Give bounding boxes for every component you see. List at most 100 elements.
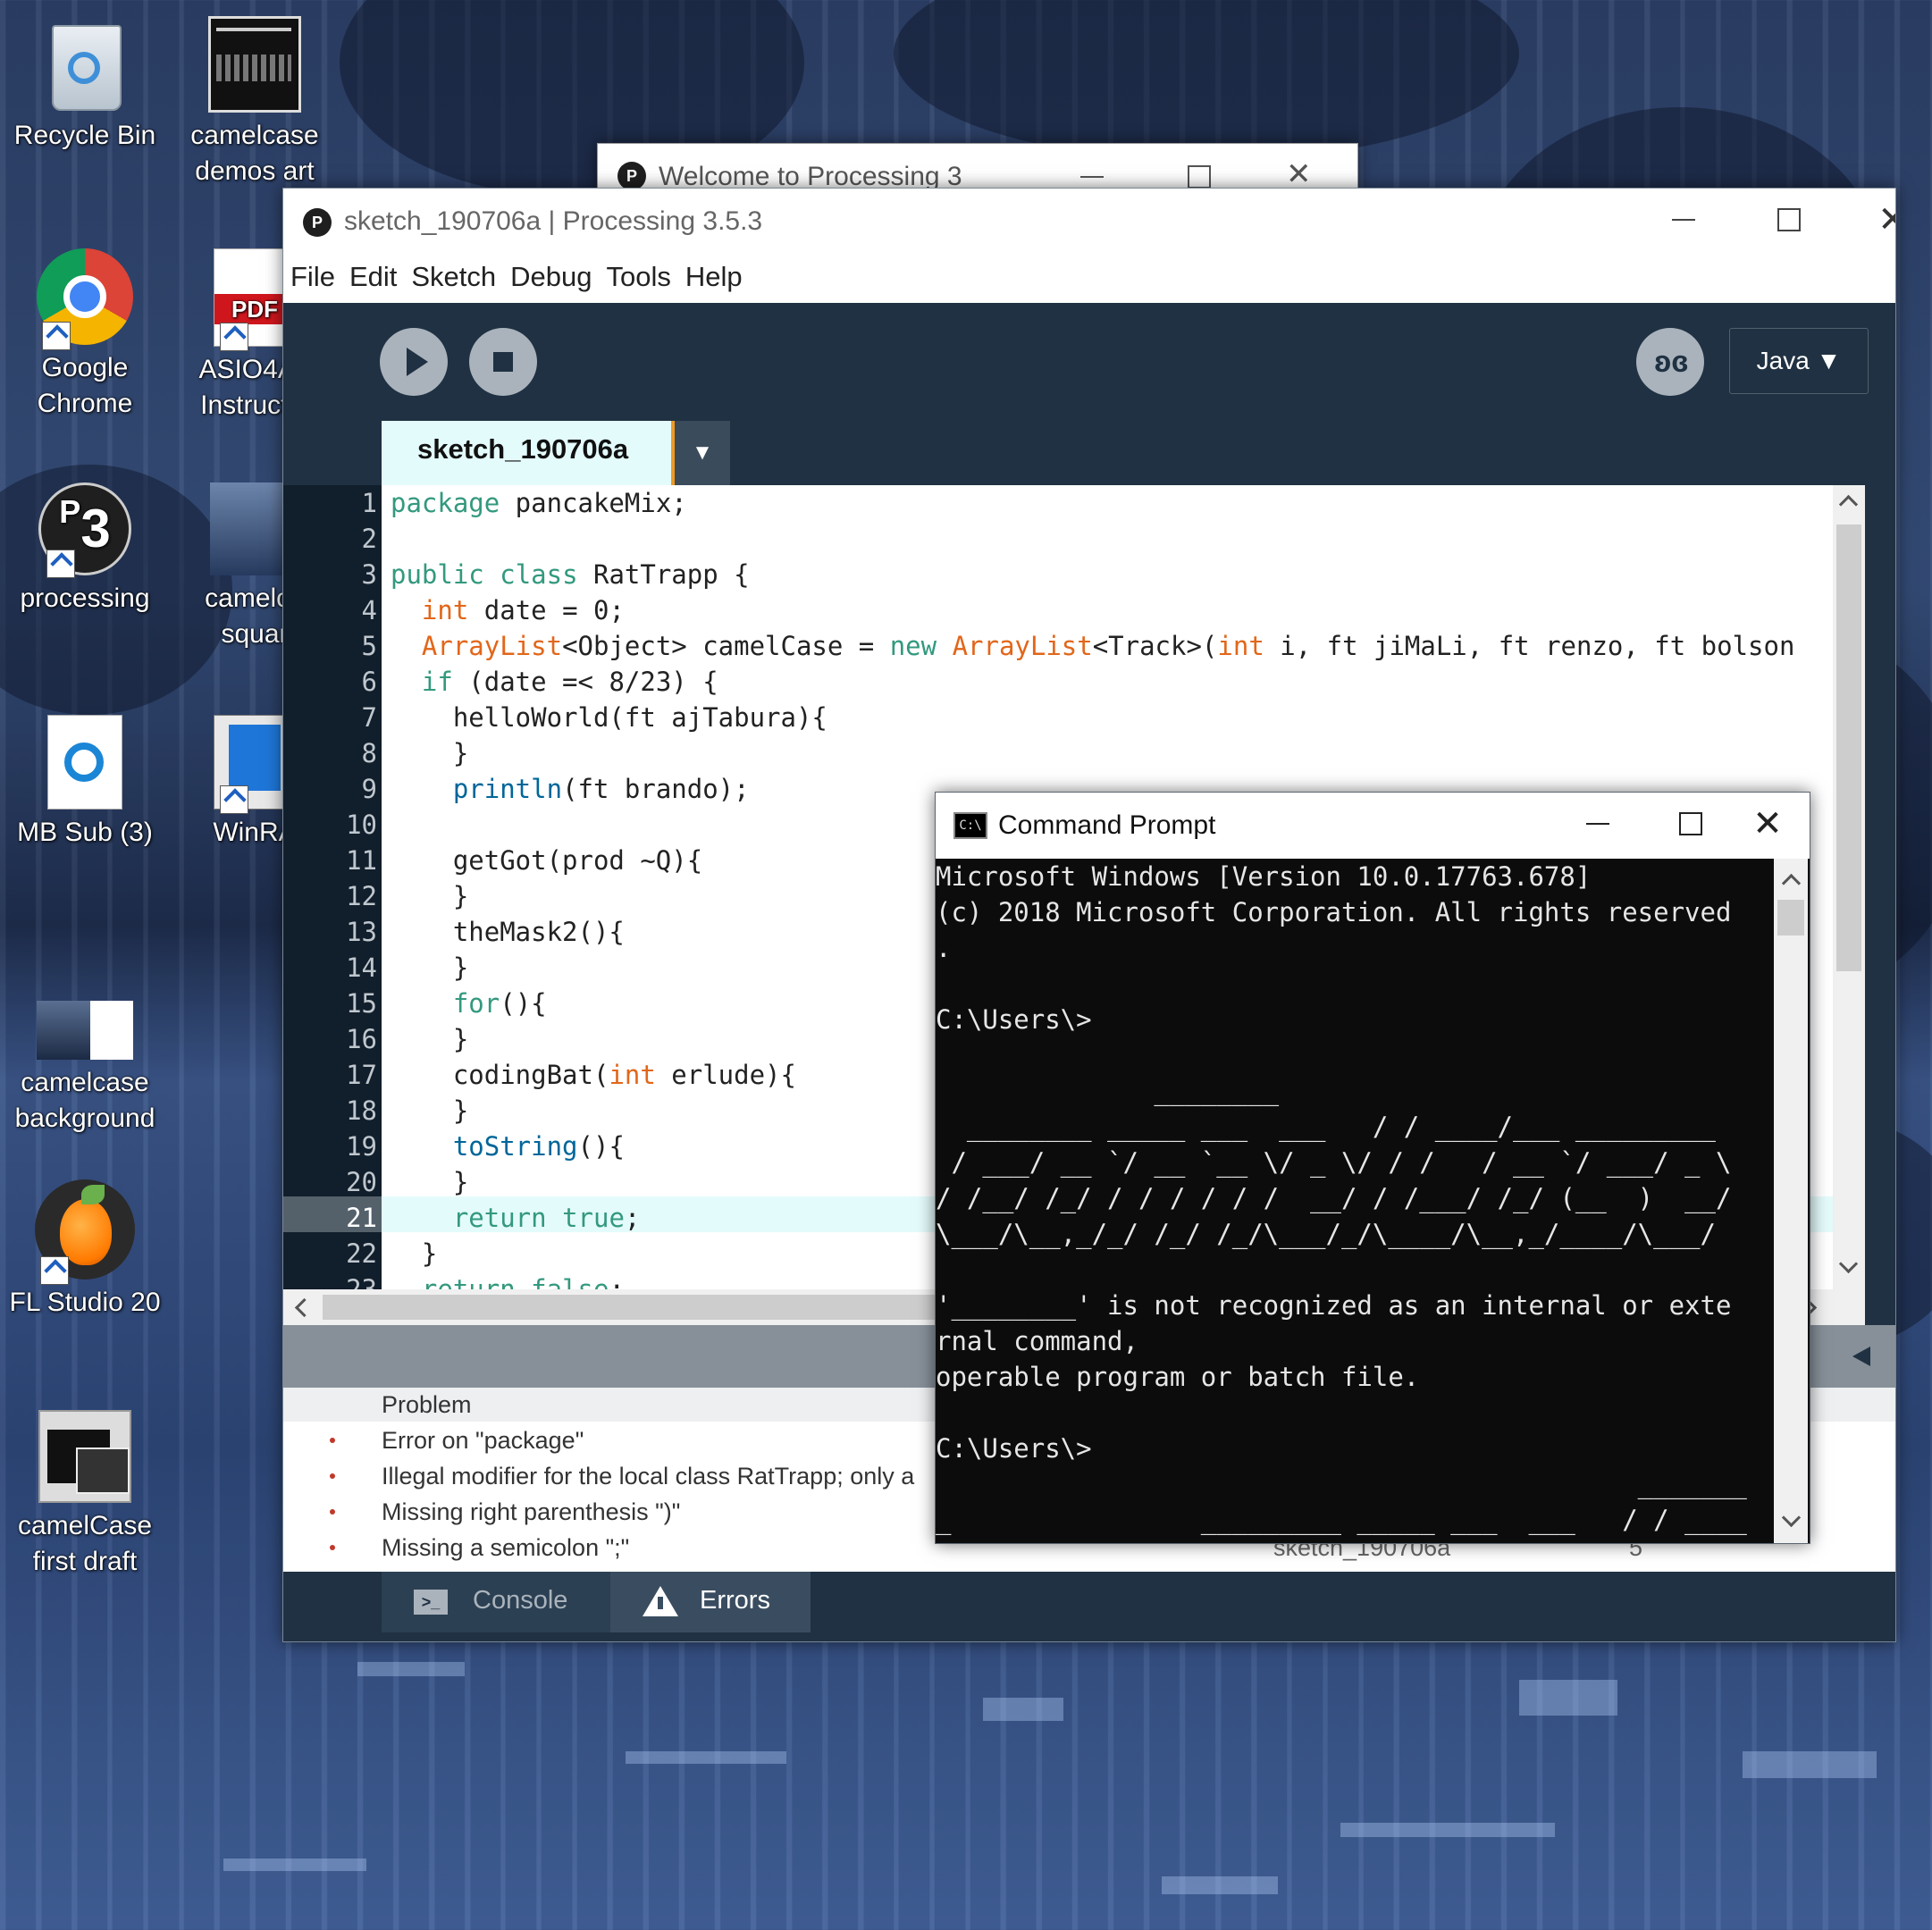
scroll-down-icon[interactable] bbox=[1838, 1254, 1859, 1274]
console-tab[interactable]: >_ Console bbox=[382, 1572, 610, 1632]
cmd-icon: C:\ bbox=[953, 812, 987, 839]
desktop-icon-processing[interactable]: P3 processing bbox=[0, 482, 170, 617]
minimize-button[interactable] bbox=[1634, 189, 1733, 251]
command-prompt-window[interactable]: C:\ Command Prompt ✕ Microsoft Windows [… bbox=[935, 792, 1810, 1544]
error-bullet-icon bbox=[330, 1473, 335, 1479]
scroll-up-icon[interactable] bbox=[1781, 873, 1802, 894]
close-icon: ✕ bbox=[1877, 199, 1895, 240]
desktop-icon-recycle-bin[interactable]: Recycle Bin bbox=[0, 16, 170, 154]
code-line[interactable]: 1 package pancakeMix; bbox=[283, 485, 1865, 521]
console-line: '________' is not recognized as an inter… bbox=[936, 1290, 1732, 1321]
console-line: ________ _____ ___ ___ / / ____/___ ____… bbox=[936, 1112, 1716, 1142]
menu-sketch[interactable]: Sketch bbox=[411, 261, 496, 293]
tab-menu-button[interactable]: ▼ bbox=[675, 421, 730, 485]
code-text: for(){ bbox=[452, 988, 547, 1019]
shortcut-arrow-icon bbox=[46, 550, 75, 578]
close-button[interactable]: ✕ bbox=[1718, 793, 1810, 855]
menu-tools[interactable]: Tools bbox=[607, 261, 671, 293]
scroll-left-icon[interactable] bbox=[294, 1297, 315, 1318]
desktop-icon-fl-studio[interactable]: FL Studio 20 bbox=[0, 1179, 170, 1321]
desktop-icon-camelcase-demos-art[interactable]: camelcase demos art bbox=[170, 16, 340, 189]
code-text: } bbox=[391, 952, 469, 983]
console-line: \___/\__,_/_/ /_/ /_/\___/_/\____/\__,_/… bbox=[936, 1219, 1716, 1249]
code-text: } bbox=[391, 738, 469, 768]
console-line: / ___/ __ `/ __ `__ \/ _ \/ / / / __ `/ … bbox=[936, 1147, 1732, 1178]
window-title: sketch_190706a | Processing 3.5.3 bbox=[344, 206, 763, 236]
shortcut-arrow-icon bbox=[220, 785, 248, 814]
desktop-icon-camelcase-background[interactable]: camelcase background bbox=[0, 983, 170, 1137]
mode-selector[interactable]: Java ▼ bbox=[1729, 328, 1869, 394]
code-text: } bbox=[391, 881, 469, 911]
errors-tab[interactable]: Errors bbox=[610, 1572, 811, 1632]
menu-help[interactable]: Help bbox=[685, 261, 743, 293]
error-bullet-icon bbox=[330, 1438, 335, 1443]
console-line: Microsoft Windows [Version 10.0.17763.67… bbox=[936, 861, 1592, 892]
console-line: C:\Users\> bbox=[936, 1004, 1092, 1035]
console-line: _______ bbox=[936, 1469, 1747, 1499]
minimize-button[interactable] bbox=[1549, 793, 1647, 855]
code-line[interactable]: 4 int date = 0; bbox=[283, 592, 1865, 628]
maximize-icon bbox=[1777, 208, 1801, 231]
line-number: 11 bbox=[346, 845, 377, 876]
vertical-scrollbar[interactable] bbox=[1774, 859, 1808, 1543]
desktop-icon-mb-sub[interactable]: MB Sub (3) bbox=[0, 715, 170, 851]
scroll-down-icon[interactable] bbox=[1781, 1507, 1802, 1528]
tab-sketch[interactable]: sketch_190706a bbox=[382, 421, 675, 485]
icon-label: camelcase bbox=[190, 121, 319, 150]
code-line[interactable]: 6 if (date =< 8/23) { bbox=[283, 664, 1865, 700]
vertical-scrollbar[interactable] bbox=[1833, 485, 1865, 1289]
maximize-icon[interactable] bbox=[1188, 165, 1211, 189]
desktop-icon-google-chrome[interactable]: Google Chrome bbox=[0, 248, 170, 422]
stop-button[interactable] bbox=[469, 328, 537, 396]
menu-edit[interactable]: Edit bbox=[349, 261, 397, 293]
icon-label: background bbox=[14, 1103, 155, 1133]
line-number: 4 bbox=[361, 595, 377, 625]
console-output[interactable]: Microsoft Windows [Version 10.0.17763.67… bbox=[936, 859, 1767, 1543]
line-number: 14 bbox=[346, 952, 377, 983]
scroll-up-icon[interactable] bbox=[1838, 494, 1859, 515]
error-bullet-icon bbox=[330, 1545, 335, 1550]
code-line[interactable]: 7 helloWorld(ft ajTabura){ bbox=[283, 700, 1865, 735]
desktop-icon-camelcase-first-draft[interactable]: camelCase first draft bbox=[0, 1410, 170, 1580]
scrollbar-thumb[interactable] bbox=[1836, 524, 1861, 971]
icon-label: first draft bbox=[32, 1547, 138, 1576]
code-text: return false; bbox=[421, 1274, 625, 1289]
code-line[interactable]: 3 public class RatTrapp { bbox=[283, 557, 1865, 592]
menu-file[interactable]: File bbox=[290, 261, 335, 293]
menu-debug[interactable]: Debug bbox=[510, 261, 592, 293]
document-icon bbox=[47, 715, 122, 810]
maximize-icon bbox=[1679, 812, 1702, 835]
minimize-icon[interactable] bbox=[1080, 176, 1104, 178]
minimize-icon bbox=[1586, 823, 1609, 825]
code-line[interactable]: 2 bbox=[283, 521, 1865, 557]
debugger-button[interactable]: ʚɞ bbox=[1636, 328, 1704, 396]
footer-tab-bar: >_ Console Errors bbox=[283, 1572, 1895, 1641]
code-text: codingBat(int erlude){ bbox=[391, 1060, 796, 1090]
icon-label: Google bbox=[41, 353, 129, 382]
fl-studio-icon bbox=[35, 1179, 135, 1285]
code-line[interactable]: 5 ArrayList<Object> camelCase = new Arra… bbox=[283, 628, 1865, 664]
line-number: 6 bbox=[361, 667, 377, 697]
title-bar[interactable]: P sketch_190706a | Processing 3.5.3 ✕ bbox=[283, 189, 1895, 251]
collapse-panel-icon[interactable] bbox=[1852, 1347, 1870, 1366]
code-line[interactable]: 8 } bbox=[283, 735, 1865, 771]
run-button[interactable] bbox=[380, 328, 448, 396]
scrollbar-thumb[interactable] bbox=[1777, 900, 1804, 936]
icon-label: camelCase bbox=[17, 1511, 153, 1540]
line-number: 2 bbox=[361, 524, 377, 554]
line-number: 17 bbox=[346, 1060, 377, 1090]
image-thumbnail-icon bbox=[38, 1410, 131, 1503]
console-line: C:\Users\> bbox=[936, 1433, 1092, 1464]
welcome-window[interactable]: P Welcome to Processing 3 ✕ bbox=[597, 143, 1358, 191]
problem-text: Missing right parenthesis ")" bbox=[382, 1498, 681, 1525]
line-number: 5 bbox=[361, 631, 377, 661]
close-button[interactable]: ✕ bbox=[1844, 189, 1895, 251]
close-icon[interactable]: ✕ bbox=[1286, 156, 1312, 192]
title-bar[interactable]: C:\ Command Prompt ✕ bbox=[936, 793, 1810, 859]
line-number: 21 bbox=[346, 1203, 377, 1233]
maximize-button[interactable] bbox=[1740, 189, 1838, 251]
console-line: _ _________ _____ ___ ___ / / ____ bbox=[936, 1505, 1747, 1535]
recycle-bin-icon bbox=[45, 16, 125, 113]
